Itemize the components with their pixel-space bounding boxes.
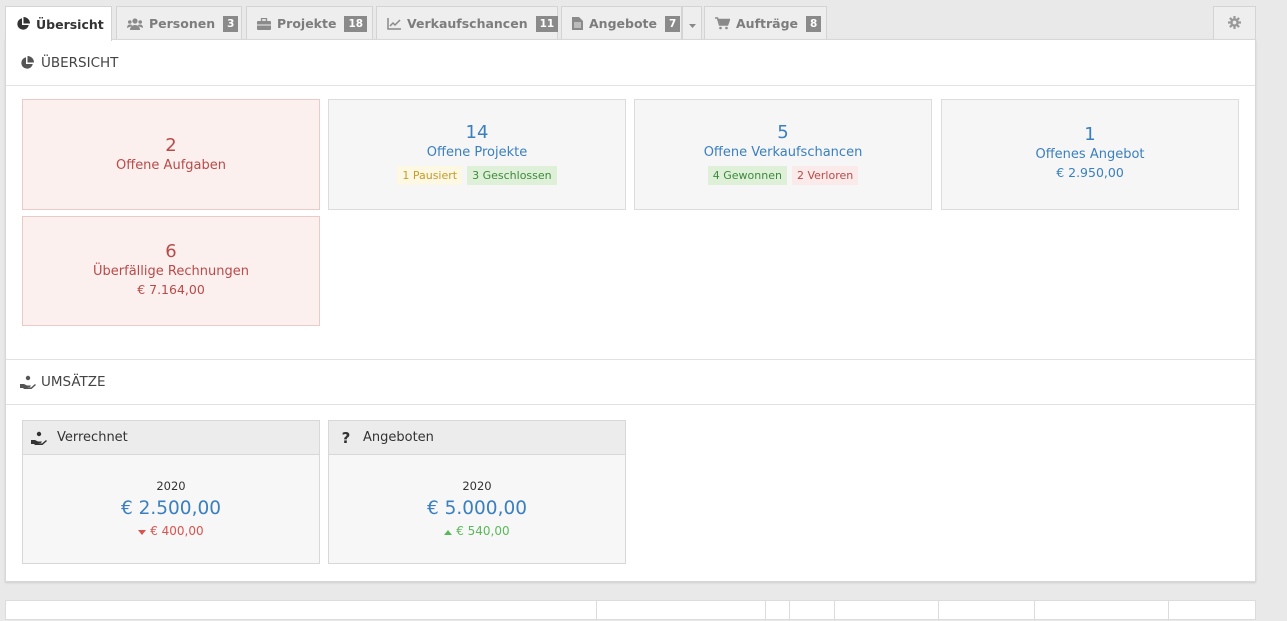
overdue-invoices-amount: € 7.164,00: [137, 282, 205, 297]
tab-label: Projekte: [277, 16, 337, 31]
offered-card-header: ? Angeboten: [329, 421, 625, 455]
hand-coin-icon: [31, 431, 49, 445]
open-tasks-count: 2: [165, 135, 177, 156]
tab-offers[interactable]: Angebote 7: [561, 6, 682, 40]
document-icon: [572, 17, 583, 31]
revenue-header: UMSÄTZE: [6, 359, 1255, 405]
next-panel-divider: [1168, 601, 1169, 621]
next-panel-divider: [938, 601, 939, 621]
offers-dropdown-toggle[interactable]: [682, 6, 702, 40]
overview-panel: ÜBERSICHT 2 Offene Aufgaben 14 Offene Pr…: [5, 39, 1256, 582]
open-offer-amount: € 2.950,00: [1056, 165, 1124, 180]
next-panel: [5, 600, 1256, 621]
section-title: ÜBERSICHT: [41, 54, 119, 71]
open-opportunities-card[interactable]: 5 Offene Verkaufschancen 4 Gewonnen 2 Ve…: [634, 99, 932, 210]
open-offer-count: 1: [1084, 124, 1096, 145]
billed-amount: € 2.500,00: [120, 498, 222, 519]
gear-icon: [1228, 15, 1241, 32]
next-panel-divider: [789, 601, 790, 621]
paused-badge[interactable]: 1 Pausiert: [397, 166, 463, 185]
tab-label: Aufträge: [736, 16, 799, 31]
count-badge: 7: [665, 15, 681, 32]
offered-revenue-card: ? Angeboten 2020 € 5.000,00 € 540,00: [328, 420, 626, 564]
pie-chart-icon: [16, 17, 30, 31]
cart-icon: [715, 17, 730, 31]
open-tasks-label: Offene Aufgaben: [116, 158, 226, 173]
count-badge: 11: [535, 15, 559, 32]
overdue-invoices-card[interactable]: 6 Überfällige Rechnungen € 7.164,00: [22, 216, 320, 326]
lost-badge[interactable]: 2 Verloren: [791, 166, 859, 185]
won-badge[interactable]: 4 Gewonnen: [707, 166, 787, 185]
section-title: UMSÄTZE: [41, 374, 106, 390]
hand-coin-icon: [20, 374, 36, 390]
billed-title: Verrechnet: [57, 430, 128, 445]
tab-orders[interactable]: Aufträge 8: [704, 6, 827, 40]
next-panel-divider: [1034, 601, 1035, 621]
billed-delta-value: € 400,00: [150, 524, 204, 538]
tab-opportunities[interactable]: Verkaufschancen 11: [376, 6, 559, 40]
tab-label: Personen: [149, 16, 216, 31]
open-projects-label: Offene Projekte: [426, 145, 528, 160]
offered-title: Angeboten: [363, 430, 434, 445]
open-opportunities-count: 5: [777, 122, 789, 143]
closed-badge[interactable]: 3 Geschlossen: [467, 166, 557, 185]
offered-delta-value: € 540,00: [456, 524, 510, 538]
tab-persons[interactable]: Personen 3: [116, 6, 242, 40]
offered-delta: € 540,00: [329, 524, 625, 538]
caret-down-icon: [138, 524, 150, 538]
question-icon: ?: [341, 428, 351, 447]
settings-button[interactable]: [1213, 6, 1256, 40]
tab-overview[interactable]: Übersicht: [5, 6, 112, 41]
tab-label: Verkaufschancen: [407, 16, 528, 31]
billed-delta: € 400,00: [23, 524, 319, 538]
briefcase-icon: [257, 17, 271, 31]
tab-label: Übersicht: [36, 16, 104, 32]
open-offer-card[interactable]: 1 Offenes Angebot € 2.950,00: [941, 99, 1239, 210]
pie-chart-icon: [20, 55, 36, 71]
users-icon: [127, 17, 143, 31]
billed-year: 2020: [156, 479, 186, 493]
offered-amount: € 5.000,00: [426, 498, 528, 519]
open-tasks-card[interactable]: 2 Offene Aufgaben: [22, 99, 320, 210]
count-badge: 8: [806, 15, 822, 32]
next-panel-control: [596, 601, 766, 621]
offered-year: 2020: [462, 479, 492, 493]
chevron-down-icon: [688, 17, 696, 31]
open-opportunities-label: Offene Verkaufschancen: [703, 145, 863, 160]
tab-projects[interactable]: Projekte 18: [246, 6, 373, 40]
next-panel-divider: [834, 601, 835, 621]
open-projects-count: 14: [465, 122, 489, 143]
open-projects-card[interactable]: 14 Offene Projekte 1 Pausiert 3 Geschlos…: [328, 99, 626, 210]
open-offer-label: Offenes Angebot: [1035, 147, 1145, 162]
caret-up-icon: [444, 524, 456, 538]
overview-header: ÜBERSICHT: [6, 40, 1255, 86]
tab-label: Angebote: [589, 16, 657, 31]
billed-card-header: Verrechnet: [23, 421, 319, 455]
billed-revenue-card: Verrechnet 2020 € 2.500,00 € 400,00: [22, 420, 320, 564]
tab-bar: Übersicht Personen 3 Projekte 18 Verkauf…: [5, 6, 1257, 41]
count-badge: 3: [223, 15, 239, 32]
line-chart-icon: [387, 17, 401, 31]
count-badge: 18: [344, 15, 368, 32]
overdue-invoices-label: Überfällige Rechnungen: [93, 264, 249, 279]
overdue-invoices-count: 6: [165, 241, 177, 262]
